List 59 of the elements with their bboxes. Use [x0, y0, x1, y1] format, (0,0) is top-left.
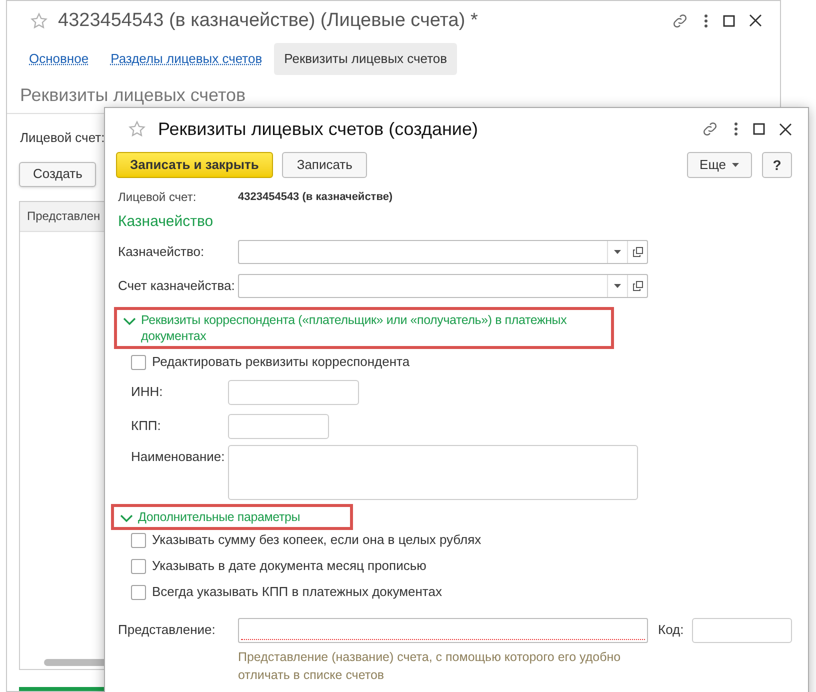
open-form-icon[interactable]: [632, 281, 642, 291]
close-icon[interactable]: [749, 14, 762, 28]
maximize-icon[interactable]: [753, 123, 765, 135]
field-label: Казначейство:: [118, 243, 206, 262]
save-button[interactable]: Записать: [282, 152, 368, 178]
maximize-icon[interactable]: [723, 14, 735, 27]
tab[interactable]: Реквизиты лицевых счетов: [274, 42, 458, 75]
chevron-down-icon[interactable]: [120, 514, 133, 523]
field-label: Код:: [658, 621, 685, 640]
more-button[interactable]: Еще: [686, 152, 752, 178]
input-field[interactable]: [238, 618, 648, 642]
link-icon[interactable]: [671, 12, 689, 30]
checkbox[interactable]: [131, 584, 146, 600]
checkbox-label: Указывать в дате документа месяц прописью: [152, 557, 426, 576]
more-icon[interactable]: [703, 12, 709, 29]
close-icon[interactable]: [779, 122, 792, 136]
account-value: 4323454543 (в казначействе): [238, 190, 393, 205]
section-title: Казначейство: [118, 213, 214, 230]
star-icon[interactable]: [128, 120, 146, 138]
chevron-down-icon[interactable]: [123, 317, 136, 326]
star-icon[interactable]: [30, 12, 48, 30]
input-field[interactable]: [228, 414, 329, 438]
input-field[interactable]: [692, 618, 792, 642]
checkbox[interactable]: [131, 354, 146, 370]
tab[interactable]: Разделы лицевых счетов: [100, 42, 272, 75]
field-label: Наименование:: [131, 448, 226, 466]
section-heading: Реквизиты лицевых счетов: [20, 84, 246, 105]
group-header[interactable]: Реквизиты корреспондента («плательщик» или «получатель») в платежных документах: [114, 307, 614, 349]
field-hint: Представление (название) счета, с помощью которого его удобно отличать в списке счетов: [238, 649, 622, 684]
more-icon[interactable]: [733, 121, 739, 137]
combo-field[interactable]: [238, 274, 648, 298]
checkbox[interactable]: [131, 558, 146, 574]
field-label: Счет казначейства:: [118, 277, 236, 296]
save-close-button[interactable]: Записать и закрыть: [116, 152, 273, 178]
field-label: Лицевой счет:: [20, 130, 105, 145]
window-title: 4323454543 (в казначействе) (Лицевые счета) *: [58, 8, 478, 33]
input-field[interactable]: [228, 380, 359, 404]
caret-icon: [732, 163, 739, 167]
link-icon[interactable]: [701, 120, 719, 138]
dropdown-icon[interactable]: [614, 250, 621, 254]
field-label: Лицевой счет:: [118, 189, 198, 206]
group-header[interactable]: Дополнительные параметры: [111, 504, 353, 530]
field-label: КПП:: [131, 417, 162, 436]
help-button[interactable]: ?: [762, 152, 792, 178]
column-header[interactable]: Представлен: [27, 207, 100, 226]
checkbox[interactable]: [131, 532, 146, 548]
group-title: Дополнительные параметры: [138, 509, 300, 525]
dropdown-icon[interactable]: [614, 284, 621, 288]
checkbox-label: Редактировать реквизиты корреспондента: [152, 353, 410, 372]
create-button[interactable]: Создать: [19, 162, 96, 187]
dialog-title: Реквизиты лицевых счетов (создание): [158, 118, 478, 141]
field-label: ИНН:: [131, 383, 164, 402]
tab[interactable]: Основное: [19, 42, 99, 75]
group-title: Реквизиты корреспондента («плательщик» или «получатель») в платежных документах: [141, 312, 568, 344]
open-form-icon[interactable]: [632, 247, 642, 257]
combo-field[interactable]: [238, 240, 648, 264]
checkbox-label: Указывать сумму без копеек, если она в целых рублях: [152, 531, 482, 550]
checkbox-label: Всегда указывать КПП в платежных документах: [152, 583, 442, 602]
field-label: Представление:: [118, 621, 216, 640]
